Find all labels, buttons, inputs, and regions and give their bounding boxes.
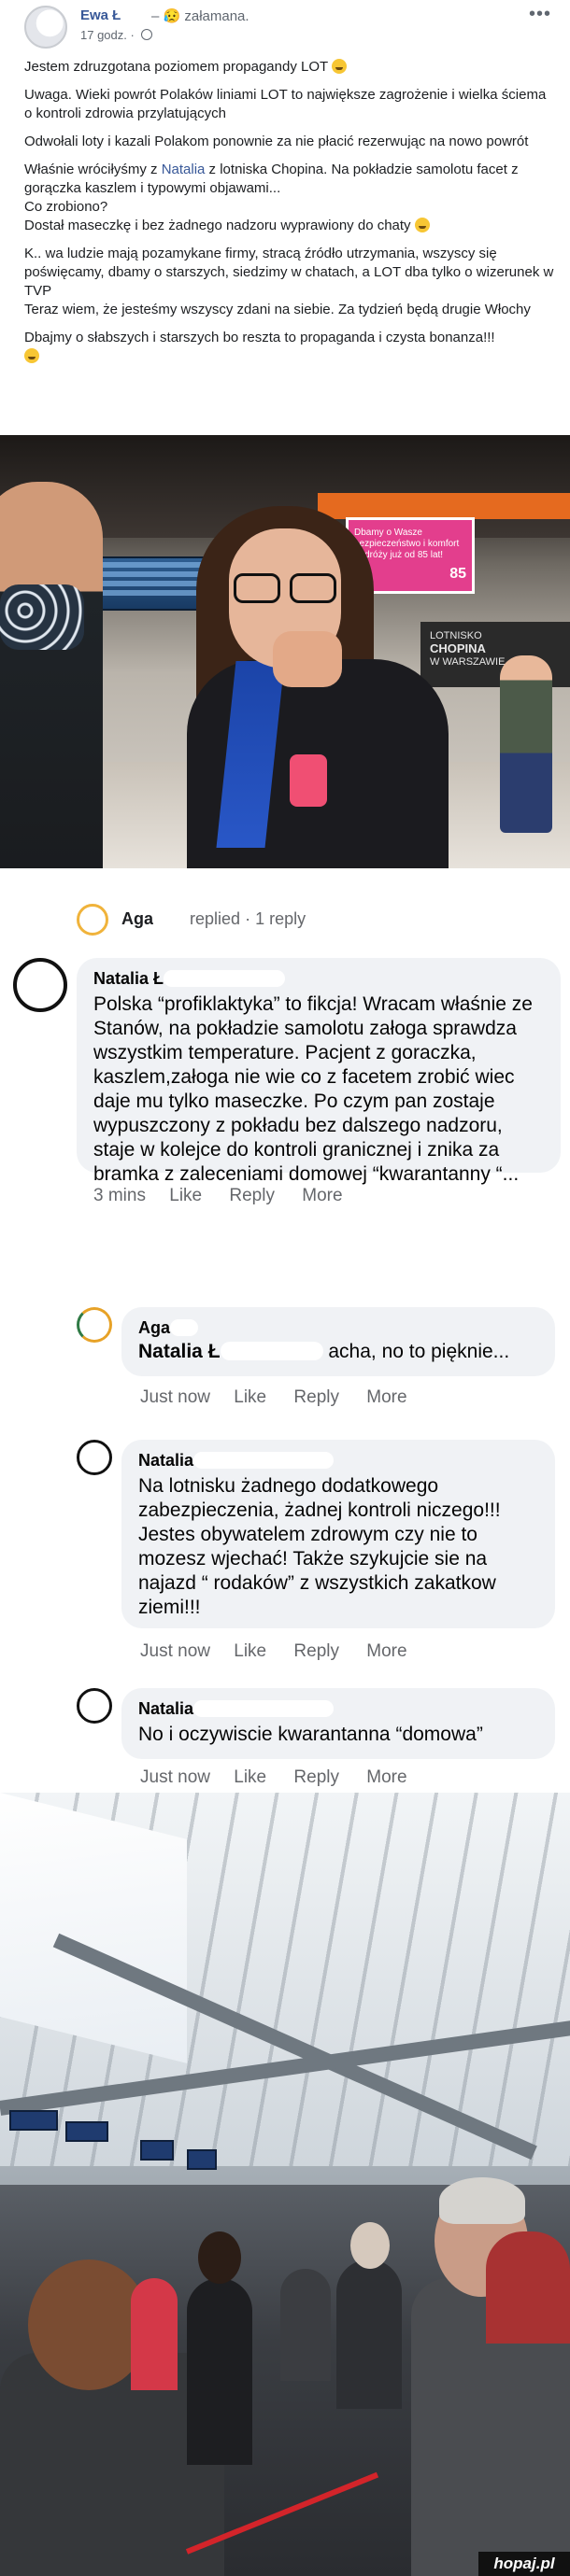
facebook-post: Ewa Ł – 😥 załamana. 17 godz. · ••• Jeste… [0, 0, 570, 434]
grey-hair [439, 2177, 525, 2224]
comment-time[interactable]: Just now [140, 1387, 210, 1407]
reply-action: replied [190, 909, 241, 928]
background-traveler [500, 655, 552, 833]
paragraph-text: Właśnie wróciłyśmy z [24, 162, 162, 177]
natalia-avatar[interactable] [77, 1440, 112, 1475]
post-paragraph: Odwołali loty i kazali Polakom ponownie … [24, 134, 529, 149]
comment-bubble: Natalia Ł Polska “profiklaktyka” to fikc… [77, 958, 561, 1185]
traveler-mid [280, 2269, 331, 2381]
reply-bubble: Natalia No i oczywiscie kwarantanna “dom… [121, 1688, 555, 1759]
comment-author[interactable]: Natalia Ł [93, 969, 544, 989]
crowded-terminal-photo[interactable] [0, 1793, 570, 2576]
like-button[interactable]: Like [234, 1387, 266, 1407]
post-text: Jestem zdruzgotana poziomem propagandy L… [24, 58, 555, 375]
comment-text: No i oczywiscie kwarantanna “domowa” [138, 1724, 483, 1745]
like-button[interactable]: Like [234, 1641, 266, 1661]
aga-avatar-small[interactable] [77, 904, 108, 936]
pink-phone [290, 754, 327, 807]
post-feeling: – 😥 załamana. [151, 8, 249, 24]
check-in-sign [140, 2140, 174, 2161]
thumbs-up-hand [273, 631, 342, 687]
red-bag [131, 2278, 178, 2390]
paragraph-text: Jestem zdruzgotana poziomem propagandy L… [24, 59, 328, 75]
comment-actions: Just now Like Reply More [140, 1767, 430, 1788]
comment-time[interactable]: Just now [140, 1767, 210, 1787]
comment-author[interactable]: Natalia [138, 1699, 538, 1719]
mention-link[interactable]: Natalia Ł [138, 1341, 221, 1362]
aga-avatar[interactable] [77, 1307, 112, 1343]
chopin-line: LOTNISKO [430, 630, 482, 641]
post-paragraph: K.. wa ludzie mają pozamykane firmy, str… [24, 246, 554, 317]
emoji-icon [332, 59, 348, 74]
traveler-mid [336, 2259, 402, 2409]
sign-text: Dbamy o Wasze bezpieczeństwo i komfort p… [354, 528, 460, 560]
reply-button[interactable]: Reply [293, 1641, 339, 1661]
hopaj-watermark: hopaj.pl [478, 2552, 570, 2576]
tagged-user-link[interactable]: Natalia [162, 162, 206, 177]
comment-text: Natalia Ł acha, no to pięknie... [138, 1340, 538, 1364]
post-time-text: 17 godz. [80, 28, 127, 42]
reply-button[interactable]: Reply [229, 1186, 275, 1205]
author-avatar[interactable] [24, 6, 67, 49]
post-options-menu[interactable]: ••• [529, 4, 551, 25]
comment-actions: Just now Like Reply More [140, 1387, 430, 1408]
traveler-red-jacket [486, 2231, 570, 2344]
post-paragraph: Uwaga. Wieki powrót Polaków liniami LOT … [24, 87, 547, 121]
check-in-sign [9, 2110, 58, 2131]
globe-icon [141, 29, 153, 40]
emoji-icon [24, 348, 39, 363]
masked-woman [0, 482, 103, 868]
comment-author[interactable]: Natalia [138, 1451, 538, 1471]
glasses [234, 573, 336, 603]
comment-text: Na lotnisku żadnego dodatkowego zabezpie… [138, 1475, 501, 1618]
reply-author: Aga [121, 909, 154, 928]
check-in-sign [187, 2149, 217, 2170]
comment-time[interactable]: 3 mins [93, 1186, 146, 1205]
post-author-name[interactable]: Ewa Ł [80, 7, 121, 23]
chopin-line: CHOPINA [430, 641, 486, 655]
traveler-head [198, 2231, 241, 2284]
reply-bubble: Natalia Na lotnisku żadnego dodatkowego … [121, 1440, 555, 1628]
comment-text: Polska “profiklaktyka” to fikcja! Wracam… [93, 993, 533, 1185]
traveler-head [350, 2222, 390, 2269]
reply-button[interactable]: Reply [293, 1387, 339, 1407]
post-paragraph: Dbajmy o słabszych i starszych bo reszta… [24, 329, 555, 366]
more-button[interactable]: More [366, 1387, 406, 1407]
paragraph-text: Dbajmy o słabszych i starszych bo reszta… [24, 330, 495, 345]
more-button[interactable]: More [366, 1641, 406, 1661]
comments-section: Aga replied · 1 reply Natalia Ł Polska “… [0, 868, 570, 1793]
comment-actions: Just now Like Reply More [140, 1641, 430, 1662]
post-paragraph: Jestem zdruzgotana poziomem propagandy L… [24, 58, 555, 77]
reply-button[interactable]: Reply [293, 1767, 339, 1787]
traveler-mid [187, 2278, 252, 2465]
airport-selfie-photo[interactable]: Dbamy o Wasze bezpieczeństwo i komfort p… [0, 435, 570, 868]
more-button[interactable]: More [302, 1186, 342, 1205]
post-paragraph: Właśnie wróciłyśmy z Natalia z lotniska … [24, 161, 555, 235]
comment-author[interactable]: Aga [138, 1318, 538, 1338]
post-timestamp[interactable]: 17 godz. · [80, 28, 153, 42]
like-button[interactable]: Like [169, 1186, 202, 1205]
emoji-icon [414, 218, 430, 232]
reply-count: · 1 reply [245, 909, 306, 928]
comment-actions: 3 mins Like Reply More [93, 1186, 365, 1206]
reply-text: acha, no to pięknie... [328, 1341, 510, 1362]
orange-wall-strip [318, 493, 570, 519]
skylight [0, 1793, 187, 2063]
natalia-avatar[interactable] [77, 1688, 112, 1724]
more-button[interactable]: More [366, 1767, 406, 1787]
view-replies-link[interactable]: Aga replied · 1 reply [121, 909, 306, 929]
face-mask [0, 584, 84, 650]
natalia-avatar[interactable] [13, 958, 67, 1012]
like-button[interactable]: Like [234, 1767, 266, 1787]
comment-time[interactable]: Just now [140, 1641, 210, 1661]
check-in-sign [65, 2121, 108, 2142]
reply-bubble: Aga Natalia Ł acha, no to pięknie... [121, 1307, 555, 1376]
